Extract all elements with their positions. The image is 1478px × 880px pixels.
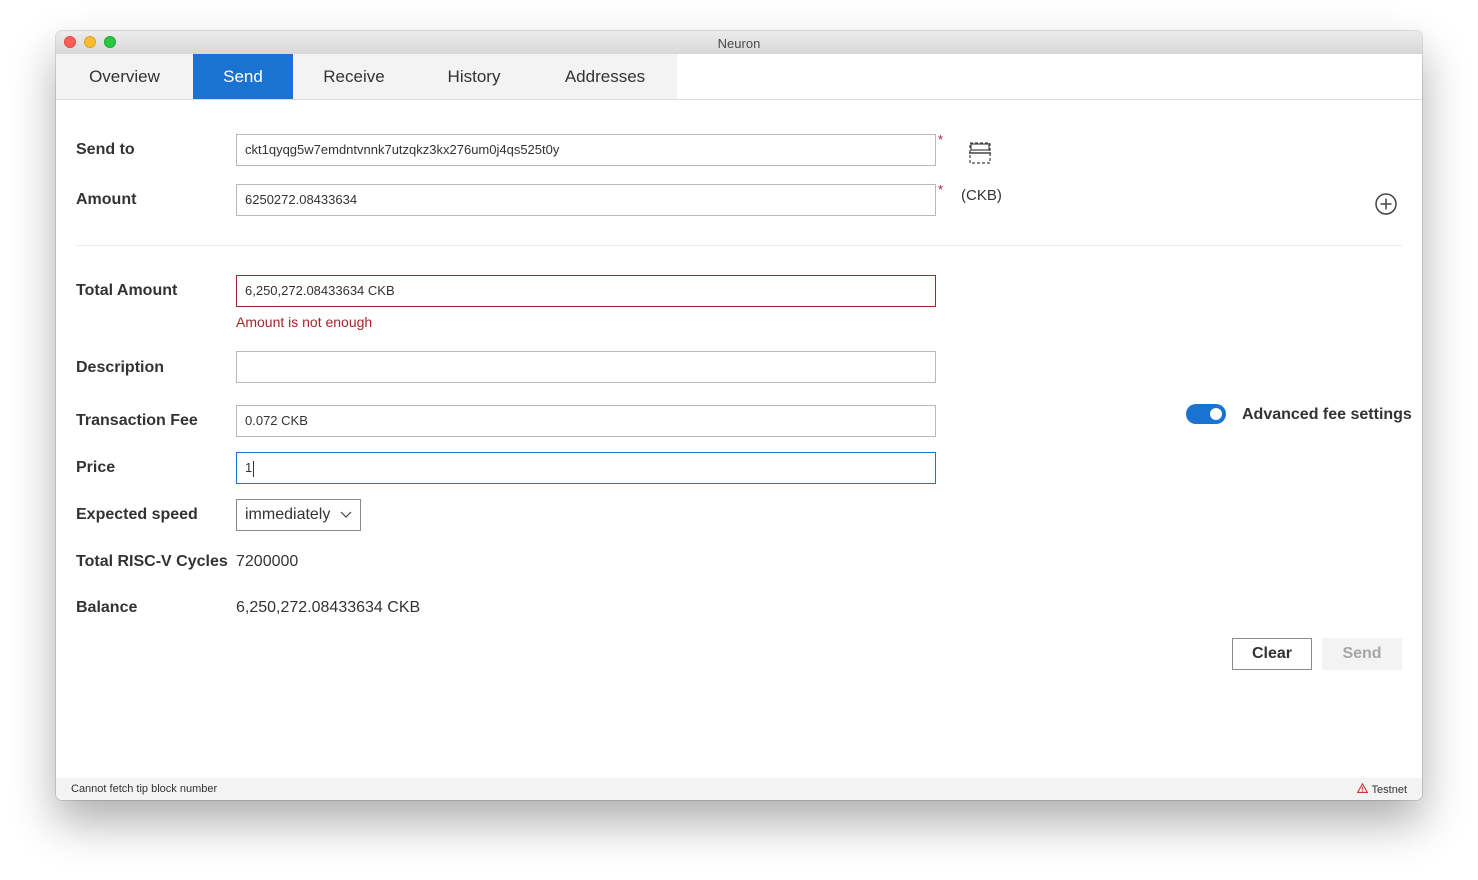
send-to-label: Send to	[76, 141, 135, 158]
description-input[interactable]	[236, 351, 936, 383]
title-bar: Neuron	[56, 31, 1422, 55]
price-input[interactable]: 1	[236, 452, 936, 484]
expected-speed-value: immediately	[245, 506, 331, 523]
nav-tabs: Overview Send Receive History Addresses	[56, 54, 1422, 100]
chevron-down-icon	[340, 500, 352, 541]
section-divider	[76, 245, 1402, 246]
balance-value: 6,250,272.08433634 CKB	[236, 599, 421, 616]
total-amount-field: 6,250,272.08433634 CKB	[236, 275, 936, 307]
status-message: Cannot fetch tip block number	[71, 783, 218, 795]
tab-addresses[interactable]: Addresses	[533, 54, 677, 99]
total-cycles-value: 7200000	[236, 553, 299, 570]
app-window: Neuron Overview Send Receive History Add…	[56, 31, 1422, 800]
transaction-fee-field: 0.072 CKB	[236, 405, 936, 437]
description-label: Description	[76, 359, 165, 376]
expected-speed-label: Expected speed	[76, 506, 198, 523]
text-caret	[253, 460, 255, 477]
total-cycles-label: Total RISC-V Cycles	[76, 553, 228, 570]
qr-scan-icon[interactable]	[968, 141, 992, 170]
amount-error-message: Amount is not enough	[236, 314, 373, 330]
price-label: Price	[76, 459, 116, 476]
tab-history[interactable]: History	[415, 54, 533, 99]
amount-input[interactable]: 6250272.08433634	[236, 184, 936, 216]
amount-required-mark: *	[938, 182, 944, 197]
advanced-fee-toggle[interactable]	[1186, 404, 1226, 424]
amount-unit: (CKB)	[961, 187, 1002, 204]
tab-overview[interactable]: Overview	[56, 54, 193, 99]
warning-triangle-icon	[1356, 782, 1368, 796]
total-amount-label: Total Amount	[76, 282, 178, 299]
network-status[interactable]: Testnet	[1356, 782, 1407, 796]
advanced-fee-label: Advanced fee settings	[1242, 406, 1412, 423]
tab-receive[interactable]: Receive	[293, 54, 415, 99]
tab-send[interactable]: Send	[193, 54, 293, 99]
balance-label: Balance	[76, 599, 138, 616]
window-title: Neuron	[717, 36, 761, 51]
send-to-input[interactable]: ckt1qyqg5w7emdntvnnk7utzqkz3kx276um0j4qs…	[236, 134, 936, 166]
price-value: 1	[245, 460, 253, 475]
status-bar: Cannot fetch tip block number Testnet	[56, 778, 1422, 800]
transaction-fee-label: Transaction Fee	[76, 412, 198, 429]
send-to-required-mark: *	[938, 132, 944, 147]
send-button[interactable]: Send	[1322, 638, 1402, 670]
expected-speed-select[interactable]: immediately	[236, 499, 361, 531]
network-name: Testnet	[1371, 784, 1407, 796]
clear-button[interactable]: Clear	[1232, 638, 1312, 670]
amount-label: Amount	[76, 191, 137, 208]
add-circle-icon[interactable]	[1374, 192, 1398, 221]
